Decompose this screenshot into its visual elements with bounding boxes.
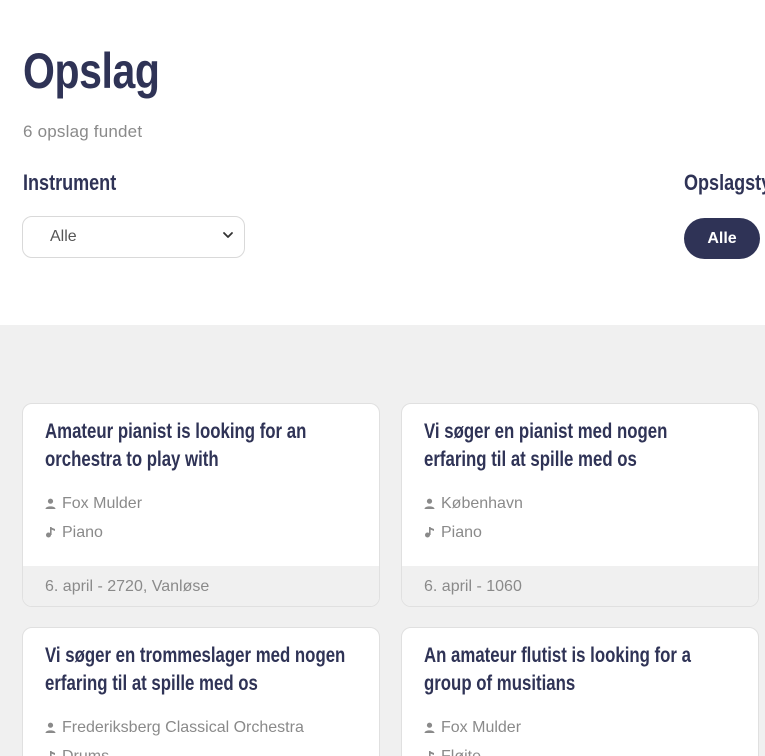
- post-footer: 6. april - 1060: [402, 566, 758, 606]
- music-note-icon: [50, 751, 55, 756]
- instrument-filter-label: Instrument: [23, 170, 117, 195]
- post-instrument-name: Fløjte: [441, 748, 481, 756]
- chevron-down-icon: [223, 232, 233, 238]
- post-instrument: Drums: [45, 748, 109, 756]
- post-title[interactable]: Amateur pianist is looking for an orches…: [45, 418, 349, 474]
- post-person: Fox Mulder: [45, 495, 142, 513]
- post-instrument-name: Piano: [441, 524, 482, 541]
- post-date-location: 6. april - 2720, Vanløse: [45, 578, 210, 595]
- post-footer: 6. april - 2720, Vanløse: [23, 566, 379, 606]
- post-title[interactable]: Vi søger en trommeslager med nogen erfar…: [45, 642, 349, 698]
- user-icon: [45, 722, 56, 733]
- post-type-filter-label: Opslagsty: [684, 170, 765, 195]
- instrument-select[interactable]: Alle: [22, 216, 245, 258]
- post-instrument: Fløjte: [424, 748, 481, 756]
- user-icon: [424, 722, 435, 733]
- page-title: Opslag: [23, 43, 160, 99]
- post-person-name: København: [441, 495, 523, 512]
- post-card[interactable]: Vi søger en trommeslager med nogen erfar…: [22, 627, 380, 756]
- user-icon: [424, 498, 435, 509]
- post-person: København: [424, 495, 523, 513]
- post-instrument: Piano: [424, 524, 482, 542]
- page: Opslag 6 opslag fundet Instrument Alle O…: [0, 0, 765, 756]
- post-person-name: Frederiksberg Classical Orchestra: [62, 719, 304, 736]
- post-instrument-name: Piano: [62, 524, 103, 541]
- post-title[interactable]: Vi søger en pianist med nogen erfaring t…: [424, 418, 728, 474]
- music-note-icon: [429, 751, 434, 756]
- posts-section: Amateur pianist is looking for an orches…: [0, 325, 765, 756]
- post-title[interactable]: An amateur flutist is looking for a grou…: [424, 642, 728, 698]
- instrument-select-value: Alle: [50, 228, 77, 245]
- post-person: Frederiksberg Classical Orchestra: [45, 719, 304, 737]
- user-icon: [45, 498, 56, 509]
- post-date-location: 6. april - 1060: [424, 578, 522, 595]
- post-instrument: Piano: [45, 524, 103, 542]
- post-card[interactable]: Vi søger en pianist med nogen erfaring t…: [401, 403, 759, 607]
- music-note-icon: [425, 527, 434, 538]
- result-count: 6 opslag fundet: [23, 122, 143, 141]
- post-card[interactable]: An amateur flutist is looking for a grou…: [401, 627, 759, 756]
- post-card[interactable]: Amateur pianist is looking for an orches…: [22, 403, 380, 607]
- post-instrument-name: Drums: [62, 748, 109, 756]
- post-type-all-button[interactable]: Alle: [684, 218, 760, 259]
- post-person: Fox Mulder: [424, 719, 521, 737]
- post-person-name: Fox Mulder: [62, 495, 143, 512]
- post-person-name: Fox Mulder: [441, 719, 522, 736]
- music-note-icon: [46, 527, 55, 538]
